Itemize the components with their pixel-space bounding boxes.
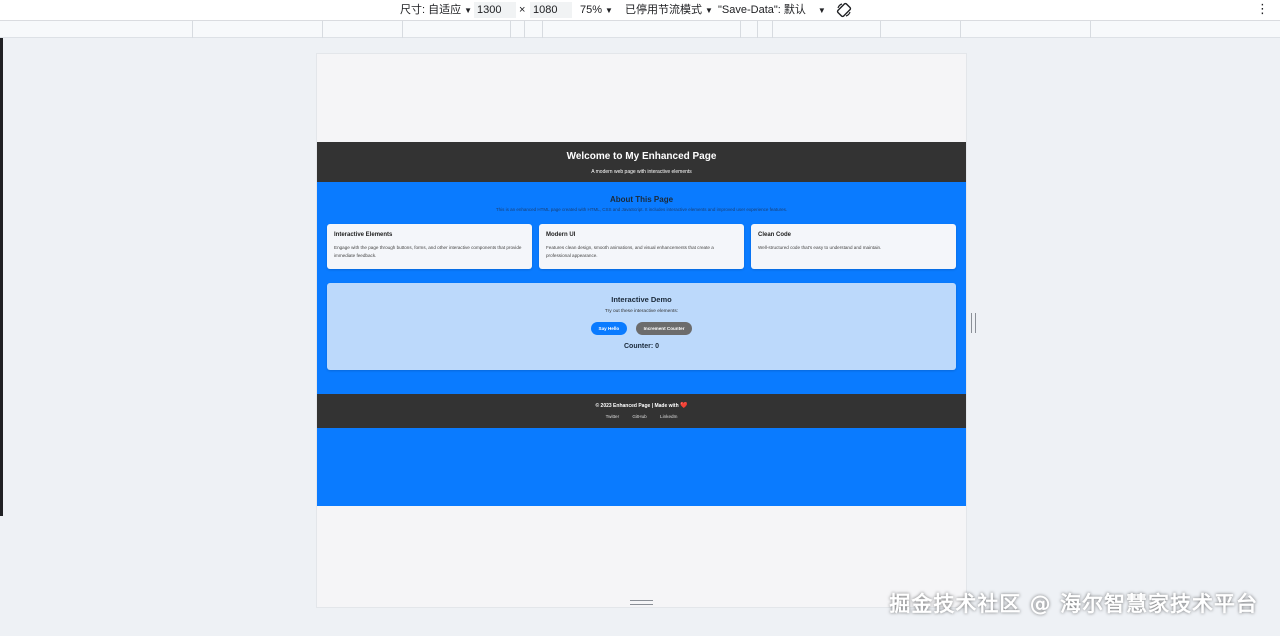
emulated-viewport: Welcome to My Enhanced Page A modern web…	[317, 54, 966, 607]
page-subtitle: A modern web page with interactive eleme…	[591, 169, 692, 175]
feature-text: Features clean design, smooth animations…	[546, 245, 714, 258]
site-header: Welcome to My Enhanced Page A modern web…	[317, 142, 966, 182]
say-hello-button[interactable]: Say Hello	[590, 322, 628, 335]
ruler-divider	[192, 21, 193, 38]
rotate-icon[interactable]	[836, 2, 852, 18]
ruler-divider	[1090, 21, 1091, 38]
media-query-bar	[0, 21, 1280, 38]
zoom-dropdown[interactable]: 75% ▼	[580, 3, 613, 18]
dimensions-dropdown[interactable]: 尺寸: 自适应 ▼	[400, 3, 472, 18]
width-input[interactable]	[474, 2, 516, 18]
feature-card-modern-ui: Modern UI Features clean design, smooth …	[539, 224, 744, 269]
feature-card-interactive: Interactive Elements Engage with the pag…	[327, 224, 532, 269]
counter-display: Counter: 0	[624, 343, 659, 350]
caret-down-icon: ▼	[464, 6, 473, 15]
feature-text: Engage with the page through buttons, fo…	[334, 245, 522, 258]
demo-heading: Interactive Demo	[611, 295, 672, 304]
ruler-divider	[322, 21, 323, 38]
feature-title: Clean Code	[758, 232, 792, 238]
feature-text: Well-structured code that's easy to unde…	[758, 245, 882, 250]
device-toolbar: 尺寸: 自适应▼ × 75%▼ 已停用节流模式▼ "Save-Data": 默认…	[0, 0, 1280, 21]
page-title: Welcome to My Enhanced Page	[566, 151, 717, 162]
dimensions-label: 尺寸: 自适应	[400, 4, 462, 16]
ruler-divider	[960, 21, 961, 38]
ruler-divider	[510, 21, 511, 38]
ruler-divider	[524, 21, 525, 38]
caret-down-icon: ▼	[705, 6, 713, 15]
feature-title: Interactive Elements	[334, 232, 393, 238]
ruler-divider	[757, 21, 758, 38]
ruler-divider	[740, 21, 741, 38]
ruler-divider	[542, 21, 543, 38]
footer-link-linkedin[interactable]: LinkedIn	[660, 414, 677, 419]
feature-card-clean-code: Clean Code Well-structured code that's e…	[751, 224, 956, 269]
watermark: 掘金技术社区 @ 海尔智慧家技术平台	[889, 592, 1258, 616]
interactive-demo-section: Interactive Demo Try out these interacti…	[327, 283, 956, 370]
height-input[interactable]	[530, 2, 572, 18]
footer-copyright: © 2023 Enhanced Page | Made with ❤️	[317, 402, 966, 409]
ruler-divider	[402, 21, 403, 38]
caret-down-icon: ▼	[605, 6, 613, 15]
save-data-label: "Save-Data": 默认	[718, 4, 806, 16]
about-heading: About This Page	[609, 195, 674, 204]
ruler-divider	[880, 21, 881, 38]
footer-link-twitter[interactable]: Twitter	[606, 414, 620, 419]
times-separator: ×	[519, 4, 526, 16]
throttle-label: 已停用节流模式	[625, 4, 702, 16]
demo-buttons: Say Hello Increment Counter	[327, 322, 956, 336]
left-edge-panel	[0, 38, 3, 516]
site-footer: © 2023 Enhanced Page | Made with ❤️ Twit…	[317, 394, 966, 428]
heart-icon: ❤️	[680, 403, 688, 409]
footer-link-github[interactable]: GitHub	[632, 414, 646, 419]
resize-handle-right[interactable]	[971, 313, 976, 333]
throttle-dropdown[interactable]: 已停用节流模式 ▼	[625, 3, 713, 18]
demo-subtitle: Try out these interactive elements:	[604, 309, 679, 314]
about-description: This is an enhanced HTML page created wi…	[495, 207, 788, 212]
copyright-text: © 2023 Enhanced Page | Made with	[595, 403, 679, 409]
zoom-label: 75%	[580, 4, 603, 16]
feature-title: Modern UI	[546, 232, 576, 238]
more-options-icon[interactable]: ⋮	[1256, 2, 1269, 18]
footer-links: Twitter GitHub LinkedIn	[317, 414, 966, 419]
ruler-divider	[772, 21, 773, 38]
caret-down-icon: ▼	[817, 6, 826, 15]
increment-counter-button[interactable]: Increment Counter	[635, 322, 693, 335]
resize-handle-bottom[interactable]	[630, 600, 653, 605]
save-data-dropdown[interactable]: "Save-Data": 默认 ▼	[718, 3, 826, 18]
